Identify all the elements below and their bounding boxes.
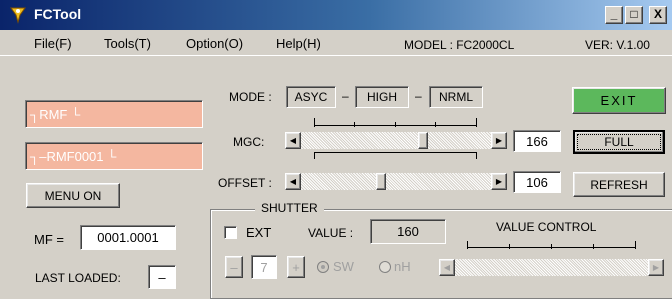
mode-type-value: NRML bbox=[429, 86, 483, 108]
nh-label: nH bbox=[394, 259, 411, 274]
offset-slider[interactable] bbox=[285, 173, 507, 190]
last-loaded-value: – bbox=[148, 265, 176, 289]
last-loaded-label: LAST LOADED: bbox=[35, 271, 121, 285]
value-control-right-arrow-icon[interactable]: ▶ bbox=[648, 259, 664, 276]
close-button[interactable]: X bbox=[649, 6, 667, 24]
mf-label: MF = bbox=[34, 232, 64, 247]
menu-file[interactable]: File(F) bbox=[34, 36, 72, 51]
mgc-value: 166 bbox=[513, 130, 561, 152]
mgc-slider-thumb[interactable] bbox=[418, 132, 428, 149]
nh-radio[interactable] bbox=[379, 261, 391, 273]
step-value: 7 bbox=[251, 255, 277, 279]
menu-tools[interactable]: Tools(T) bbox=[104, 36, 151, 51]
sw-radio[interactable] bbox=[317, 261, 329, 273]
step-plus-button[interactable]: + bbox=[287, 256, 305, 278]
full-button[interactable]: FULL bbox=[573, 130, 665, 154]
offset-right-arrow-icon[interactable]: ▶ bbox=[491, 173, 507, 190]
mgc-left-arrow-icon[interactable]: ◀ bbox=[285, 132, 301, 149]
menu-help[interactable]: Help(H) bbox=[276, 36, 321, 51]
mf-value-field: 0001.0001 bbox=[80, 225, 176, 250]
mgc-label: MGC: bbox=[233, 135, 265, 149]
offset-label: OFFSET : bbox=[218, 176, 272, 190]
exit-button[interactable]: EXIT bbox=[572, 87, 666, 114]
mode-label: MODE : bbox=[229, 90, 272, 104]
minimize-button[interactable]: _ bbox=[605, 6, 623, 24]
offset-value: 106 bbox=[513, 171, 561, 193]
app-logo-icon bbox=[10, 7, 26, 24]
mgc-slider[interactable] bbox=[285, 132, 507, 149]
menu-bar bbox=[0, 30, 672, 56]
model-label: MODEL : FC2000CL bbox=[404, 38, 515, 52]
version-label: VER: V.1.00 bbox=[585, 38, 650, 52]
refresh-button[interactable]: REFRESH bbox=[573, 172, 665, 197]
file-sequence-field[interactable]: ┐–RMF0001 └ bbox=[25, 142, 203, 170]
maximize-button[interactable]: □ bbox=[625, 6, 643, 24]
menu-on-button[interactable]: MENU ON bbox=[26, 183, 120, 208]
shutter-title: SHUTTER bbox=[255, 201, 324, 215]
shutter-value: 160 bbox=[370, 219, 446, 244]
title-bar[interactable] bbox=[0, 0, 672, 30]
offset-left-arrow-icon[interactable]: ◀ bbox=[285, 173, 301, 190]
step-minus-button[interactable]: – bbox=[225, 256, 243, 278]
value-control-label: VALUE CONTROL bbox=[496, 220, 597, 234]
value-control-slider[interactable] bbox=[439, 259, 664, 276]
ext-checkbox[interactable] bbox=[224, 226, 237, 239]
ext-label: EXT bbox=[246, 225, 272, 240]
file-name-field[interactable]: ┐RMF └ bbox=[25, 100, 203, 128]
offset-slider-thumb[interactable] bbox=[376, 173, 386, 190]
mgc-lower-ruler bbox=[314, 152, 476, 153]
mode-separator: – bbox=[342, 89, 349, 103]
mgc-right-arrow-icon[interactable]: ▶ bbox=[491, 132, 507, 149]
sw-label: SW bbox=[333, 259, 354, 274]
mode-sync-value: ASYC bbox=[286, 86, 336, 108]
menu-option[interactable]: Option(O) bbox=[186, 36, 243, 51]
value-label: VALUE : bbox=[308, 226, 354, 240]
mode-speed-value: HIGH bbox=[355, 86, 409, 108]
window-title: FCTool bbox=[34, 6, 82, 22]
value-control-left-arrow-icon[interactable]: ◀ bbox=[439, 259, 455, 276]
mode-separator: – bbox=[415, 89, 422, 103]
